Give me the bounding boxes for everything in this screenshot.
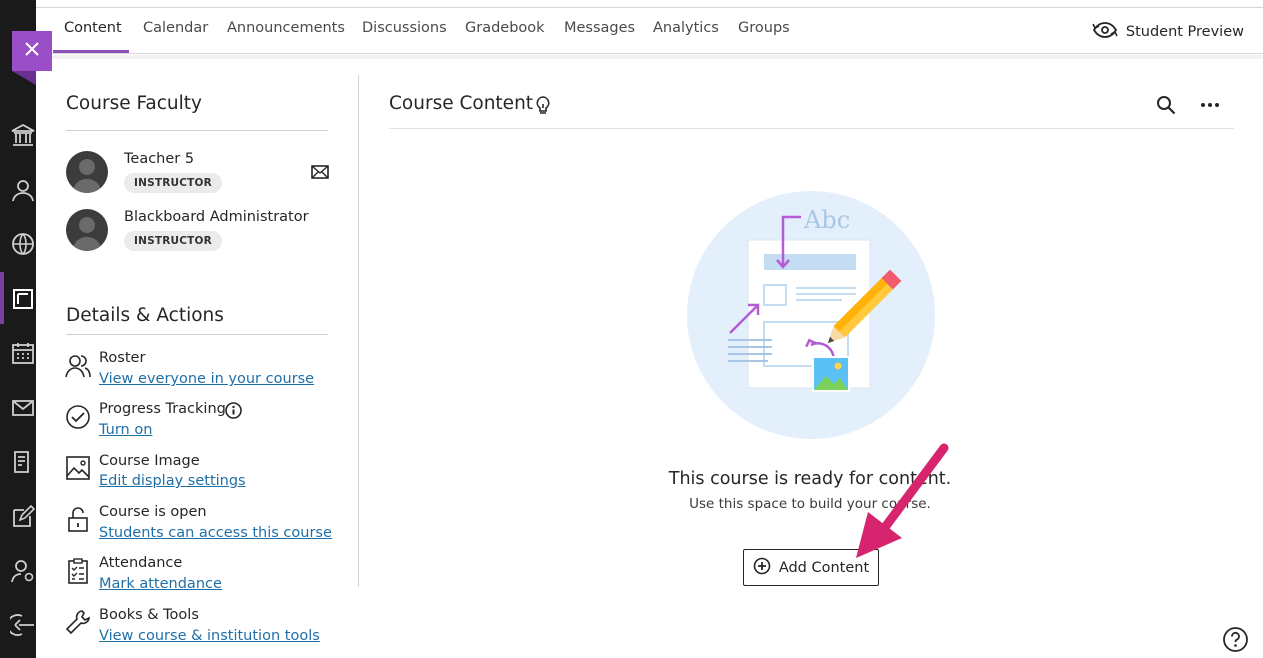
close-tab-fold — [12, 71, 36, 85]
grades-icon[interactable] — [10, 449, 36, 475]
eye-refresh-icon — [1092, 20, 1118, 44]
student-preview-button[interactable]: Student Preview — [1092, 20, 1244, 44]
tab-calendar[interactable]: Calendar — [143, 20, 208, 36]
profile-icon[interactable] — [10, 177, 36, 203]
avatar — [66, 151, 108, 193]
empty-state-subtitle: Use this space to build your course. — [689, 496, 931, 512]
role-badge: INSTRUCTOR — [124, 231, 222, 251]
info-icon[interactable] — [225, 402, 242, 419]
sign-out-icon[interactable] — [6, 612, 36, 638]
annotation-arrow — [850, 440, 955, 565]
course-image-link[interactable]: Edit display settings — [99, 473, 246, 489]
roster-icon — [64, 352, 92, 380]
attendance-icon — [64, 557, 92, 585]
image-icon — [64, 454, 92, 482]
books-tools-title: Books & Tools — [99, 607, 199, 623]
books-tools-link[interactable]: View course & institution tools — [99, 628, 320, 644]
details-divider — [66, 334, 328, 335]
institution-icon[interactable] — [10, 122, 36, 148]
tab-groups[interactable]: Groups — [738, 20, 790, 36]
attendance-title: Attendance — [99, 555, 183, 571]
global-nav-rail — [0, 0, 36, 658]
course-tabs-bar: Content Calendar Announcements Discussio… — [36, 8, 1263, 54]
attendance-link[interactable]: Mark attendance — [99, 576, 222, 592]
tab-messages[interactable]: Messages — [564, 20, 635, 36]
details-actions-heading: Details & Actions — [66, 305, 224, 326]
course-open-link[interactable]: Students can access this course — [99, 525, 332, 541]
faculty-name[interactable]: Blackboard Administrator — [124, 209, 309, 225]
user-settings-icon[interactable] — [10, 558, 36, 584]
tab-content[interactable]: Content — [64, 20, 122, 36]
courses-icon[interactable] — [10, 286, 36, 312]
tab-announcements[interactable]: Announcements — [227, 20, 345, 36]
content-divider — [389, 128, 1234, 129]
panel-divider — [358, 75, 359, 587]
edit-icon[interactable] — [10, 504, 36, 530]
mail-icon[interactable] — [311, 164, 329, 179]
course-faculty-heading: Course Faculty — [66, 93, 202, 114]
more-options-icon[interactable] — [1198, 94, 1222, 116]
roster-title: Roster — [99, 350, 146, 366]
progress-tracking-link[interactable]: Turn on — [99, 422, 152, 438]
close-icon — [24, 41, 40, 61]
active-tab-indicator — [53, 50, 129, 53]
student-preview-label: Student Preview — [1125, 24, 1244, 40]
unlock-icon — [64, 505, 92, 533]
role-badge: INSTRUCTOR — [124, 173, 222, 193]
help-icon[interactable] — [1222, 626, 1249, 653]
tab-gradebook[interactable]: Gradebook — [465, 20, 545, 36]
course-image-title: Course Image — [99, 453, 200, 469]
empty-state-title: This course is ready for content. — [668, 469, 952, 489]
faculty-name[interactable]: Teacher 5 — [124, 151, 194, 167]
globe-icon[interactable] — [10, 231, 36, 257]
plus-circle-icon — [753, 557, 771, 579]
messages-icon[interactable] — [10, 395, 36, 421]
wrench-icon — [64, 608, 92, 636]
lightbulb-icon[interactable] — [535, 95, 551, 115]
empty-state-illustration: Abc — [686, 190, 936, 440]
illustration-abc-text: Abc — [803, 206, 850, 234]
progress-tracking-title: Progress Tracking — [99, 401, 226, 417]
course-open-title: Course is open — [99, 504, 207, 520]
close-course-button[interactable] — [12, 31, 52, 71]
faculty-divider — [66, 130, 328, 131]
roster-link[interactable]: View everyone in your course — [99, 371, 314, 387]
rail-active-indicator — [0, 272, 4, 324]
tab-discussions[interactable]: Discussions — [362, 20, 447, 36]
progress-check-icon — [64, 403, 92, 431]
course-content-heading: Course Content — [389, 93, 534, 114]
header-shadow — [36, 55, 1263, 59]
avatar — [66, 209, 108, 251]
calendar-icon[interactable] — [10, 340, 36, 366]
tab-analytics[interactable]: Analytics — [653, 20, 719, 36]
search-icon[interactable] — [1155, 94, 1177, 116]
